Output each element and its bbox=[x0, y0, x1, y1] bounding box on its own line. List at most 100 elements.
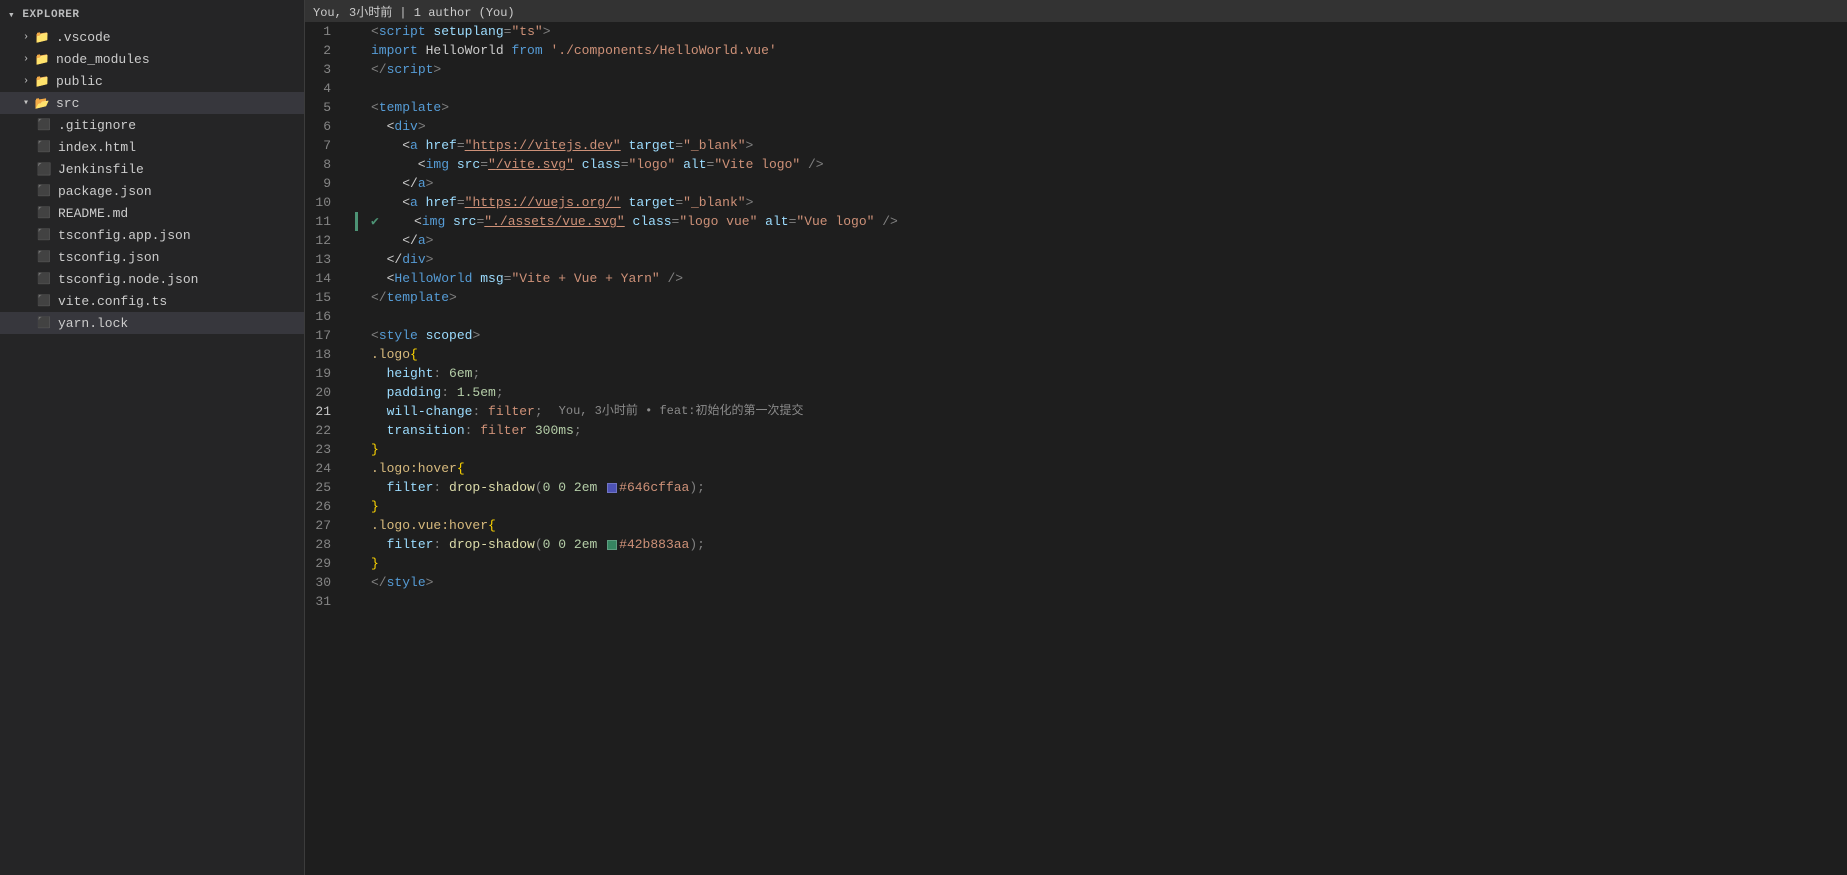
sidebar-item-label: .vscode bbox=[56, 30, 111, 45]
ln-1: 1 bbox=[305, 22, 343, 41]
json-file-icon2: ⬛ bbox=[36, 249, 52, 265]
sidebar-item-label: README.md bbox=[58, 206, 128, 221]
code-line-22: transition: filter 300ms; bbox=[371, 421, 1847, 440]
ln-13: 13 bbox=[305, 250, 343, 269]
ln-7: 7 bbox=[305, 136, 343, 155]
ln-26: 26 bbox=[305, 497, 343, 516]
ln-19: 19 bbox=[305, 364, 343, 383]
code-line-18: .logo { bbox=[371, 345, 1847, 364]
blame-topbar: You, 3小时前 | 1 author (You) bbox=[305, 0, 1847, 22]
vue-file-icon: ⬛ bbox=[36, 293, 52, 309]
sidebar-item-label: .gitignore bbox=[58, 118, 136, 133]
sidebar-item-index-html[interactable]: ⬛ index.html bbox=[0, 136, 304, 158]
ln-11: 11 bbox=[305, 212, 343, 231]
folder-node-icon: 📁 bbox=[34, 51, 50, 67]
code-line-25: filter: drop-shadow(0 0 2em #646cffaa); bbox=[371, 478, 1847, 497]
chevron-right-icon: › bbox=[20, 75, 32, 87]
code-line-7: <a href="https://vitejs.dev" target="_bl… bbox=[371, 136, 1847, 155]
code-line-13: </div> bbox=[371, 250, 1847, 269]
code-line-31 bbox=[371, 592, 1847, 611]
sidebar-item-jenkinsfile[interactable]: ⬛ Jenkinsfile bbox=[0, 158, 304, 180]
ln-10: 10 bbox=[305, 193, 343, 212]
code-line-1: <script setup lang="ts"> bbox=[371, 22, 1847, 41]
ln-9: 9 bbox=[305, 174, 343, 193]
code-line-30: </style> bbox=[371, 573, 1847, 592]
code-line-19: height: 6em; bbox=[371, 364, 1847, 383]
html-file-icon: ⬛ bbox=[36, 139, 52, 155]
sidebar-item-label: tsconfig.app.json bbox=[58, 228, 191, 243]
blame-topbar-text: You, 3小时前 | 1 author (You) bbox=[313, 3, 515, 20]
file-explorer: ▾ EXPLORER › 📁 .vscode › 📁 node_modules … bbox=[0, 0, 305, 875]
ln-21: 21 bbox=[305, 402, 343, 421]
sidebar-item-tsconfig-app[interactable]: ⬛ tsconfig.app.json bbox=[0, 224, 304, 246]
sidebar-item-label: vite.config.ts bbox=[58, 294, 167, 309]
sidebar-item-src[interactable]: ▾ 📂 src bbox=[0, 92, 304, 114]
folder-src-icon: 📂 bbox=[34, 95, 50, 111]
editor-body: 1 2 3 4 5 6 7 8 9 10 11 12 13 14 15 16 1… bbox=[305, 22, 1847, 875]
chevron-right-icon: › bbox=[20, 53, 32, 65]
code-line-28: filter: drop-shadow(0 0 2em #42b883aa); bbox=[371, 535, 1847, 554]
jenkins-file-icon: ⬛ bbox=[36, 161, 52, 177]
code-line-15: </template> bbox=[371, 288, 1847, 307]
json-file-icon3: ⬛ bbox=[36, 271, 52, 287]
code-line-6: <div> bbox=[371, 117, 1847, 136]
code-line-10: <a href="https://vuejs.org/" target="_bl… bbox=[371, 193, 1847, 212]
json-file-icon: ⬛ bbox=[36, 183, 52, 199]
ln-15: 15 bbox=[305, 288, 343, 307]
sidebar-item-package-json[interactable]: ⬛ package.json bbox=[0, 180, 304, 202]
code-line-24: .logo:hover { bbox=[371, 459, 1847, 478]
ln-28: 28 bbox=[305, 535, 343, 554]
ln-31: 31 bbox=[305, 592, 343, 611]
blame-annotation: You, 3小时前 • feat:初始化的第一次提交 bbox=[559, 402, 804, 421]
folder-public-icon: 📁 bbox=[34, 73, 50, 89]
ln-25: 25 bbox=[305, 478, 343, 497]
sidebar-item-tsconfig-json[interactable]: ⬛ tsconfig.json bbox=[0, 246, 304, 268]
ln-4: 4 bbox=[305, 79, 343, 98]
git-file-icon: ⬛ bbox=[36, 117, 52, 133]
sidebar-item-label: tsconfig.json bbox=[58, 250, 159, 265]
explorer-header[interactable]: ▾ EXPLORER bbox=[0, 4, 304, 26]
lock-file-icon: ⬛ bbox=[36, 315, 52, 331]
sidebar-item-gitignore[interactable]: ⬛ .gitignore bbox=[0, 114, 304, 136]
code-line-27: .logo.vue:hover { bbox=[371, 516, 1847, 535]
ln-2: 2 bbox=[305, 41, 343, 60]
sidebar-item-readme[interactable]: ⬛ README.md bbox=[0, 202, 304, 224]
sidebar-item-label: yarn.lock bbox=[58, 316, 128, 331]
code-line-4 bbox=[371, 79, 1847, 98]
code-line-3: </script> bbox=[371, 60, 1847, 79]
ln-29: 29 bbox=[305, 554, 343, 573]
sidebar-item-vite-config[interactable]: ⬛ vite.config.ts bbox=[0, 290, 304, 312]
chevron-down-icon: ▾ bbox=[20, 97, 32, 109]
ln-20: 20 bbox=[305, 383, 343, 402]
ln-8: 8 bbox=[305, 155, 343, 174]
sidebar-item-node-modules[interactable]: › 📁 node_modules bbox=[0, 48, 304, 70]
code-line-11: ✔ <img src="./assets/vue.svg" class="log… bbox=[371, 212, 1847, 231]
folder-icon: 📁 bbox=[34, 29, 50, 45]
sidebar-item-label: Jenkinsfile bbox=[58, 162, 144, 177]
code-line-9: </a> bbox=[371, 174, 1847, 193]
code-line-5: <template> bbox=[371, 98, 1847, 117]
color-swatch-42b bbox=[607, 540, 617, 550]
code-line-2: import HelloWorld from './components/Hel… bbox=[371, 41, 1847, 60]
git-change-indicator bbox=[355, 212, 358, 231]
ln-14: 14 bbox=[305, 269, 343, 288]
sidebar-item-public[interactable]: › 📁 public bbox=[0, 70, 304, 92]
ln-6: 6 bbox=[305, 117, 343, 136]
code-line-23: } bbox=[371, 440, 1847, 459]
ln-16: 16 bbox=[305, 307, 343, 326]
code-line-8: <img src="/vite.svg" class="logo" alt="V… bbox=[371, 155, 1847, 174]
color-swatch-646 bbox=[607, 483, 617, 493]
ln-12: 12 bbox=[305, 231, 343, 250]
code-editor: You, 3小时前 | 1 author (You) 1 2 3 4 5 6 7… bbox=[305, 0, 1847, 875]
sidebar-item-vscode[interactable]: › 📁 .vscode bbox=[0, 26, 304, 48]
code-line-26: } bbox=[371, 497, 1847, 516]
ln-27: 27 bbox=[305, 516, 343, 535]
sidebar-item-label: index.html bbox=[58, 140, 136, 155]
git-checkmark: ✔ bbox=[371, 212, 379, 231]
sidebar-item-yarn-lock[interactable]: ⬛ yarn.lock bbox=[0, 312, 304, 334]
ts-file-icon: ⬛ bbox=[36, 227, 52, 243]
code-line-20: padding: 1.5em; bbox=[371, 383, 1847, 402]
sidebar-item-label: package.json bbox=[58, 184, 152, 199]
code-content[interactable]: <script setup lang="ts"> import HelloWor… bbox=[363, 22, 1847, 875]
sidebar-item-tsconfig-node[interactable]: ⬛ tsconfig.node.json bbox=[0, 268, 304, 290]
